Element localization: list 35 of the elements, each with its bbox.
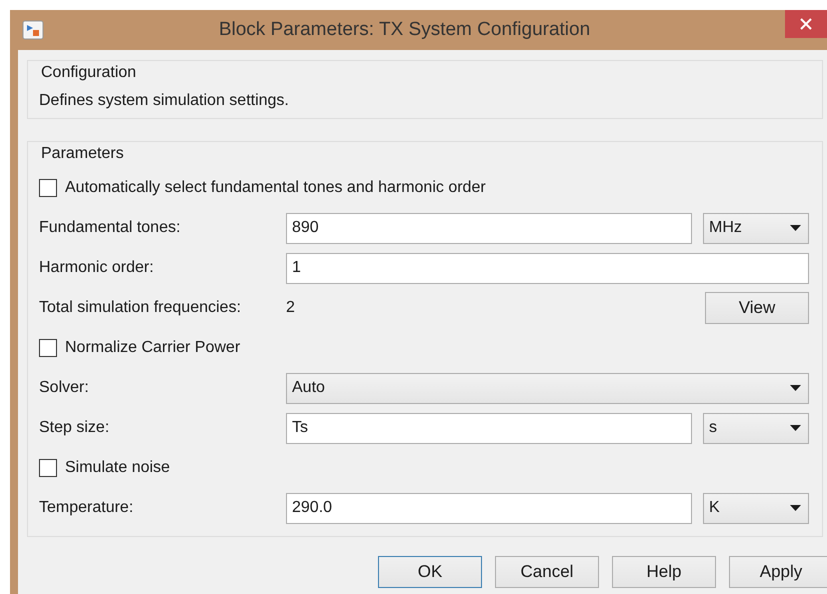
dropdown[interactable]: MHz: [703, 212, 809, 244]
dropdown[interactable]: Auto: [286, 372, 809, 404]
close-icon: [800, 18, 812, 30]
value-text: 2: [286, 299, 295, 316]
input-field[interactable]: 1: [286, 252, 809, 284]
field-label: Harmonic order:: [39, 258, 155, 278]
checkbox[interactable]: [39, 179, 57, 197]
checkbox-label: Normalize Carrier Power: [65, 338, 240, 358]
dialog-button[interactable]: OK: [378, 556, 482, 588]
field-label: Step size:: [39, 418, 110, 438]
caret-icon: [790, 505, 801, 511]
window-title: Block Parameters: TX System Configuration: [218, 18, 592, 42]
dialog-button[interactable]: Help: [612, 556, 716, 588]
field-label: Solver:: [39, 378, 90, 398]
input-field[interactable]: Ts: [286, 412, 692, 444]
dropdown[interactable]: K: [703, 492, 809, 524]
view-button[interactable]: View: [705, 292, 809, 324]
description-text: Defines system simulation settings.: [39, 92, 289, 109]
input-field[interactable]: 890: [286, 212, 692, 244]
checkbox[interactable]: [39, 339, 57, 357]
close-button[interactable]: [785, 10, 827, 38]
caret-icon: [790, 385, 801, 391]
dropdown[interactable]: s: [703, 412, 809, 444]
checkbox-label: Automatically select fundamental tones and harmonic order: [65, 178, 486, 198]
app-icon: [22, 20, 44, 40]
checkbox[interactable]: [39, 459, 57, 477]
dialog-button[interactable]: Apply: [729, 556, 827, 588]
field-label: Fundamental tones:: [39, 218, 182, 238]
field-label: Temperature:: [39, 498, 134, 518]
caret-icon: [790, 225, 801, 231]
input-field[interactable]: 290.0: [286, 492, 692, 524]
field-label: Total simulation frequencies:: [39, 298, 242, 318]
dialog-button[interactable]: Cancel: [495, 556, 599, 588]
caret-icon: [790, 425, 801, 431]
checkbox-label: Simulate noise: [65, 458, 170, 478]
